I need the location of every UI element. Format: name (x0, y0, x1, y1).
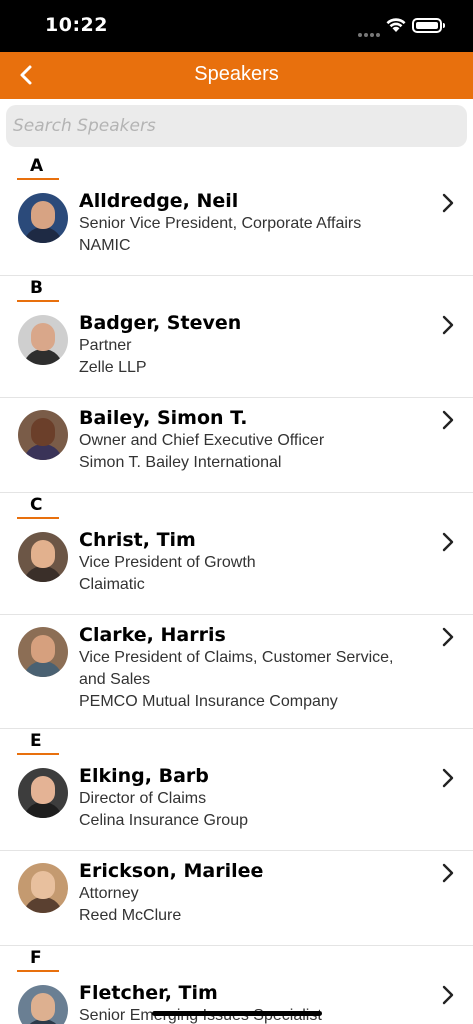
section-header: F (0, 946, 473, 973)
avatar (18, 863, 68, 913)
chevron-right-icon (442, 193, 454, 213)
avatar (18, 768, 68, 818)
speaker-info: Fletcher, TimSenior Emerging Issues Spec… (79, 981, 433, 1024)
speaker-name: Fletcher, Tim (79, 982, 218, 1004)
speaker-title: Director of Claims (79, 790, 207, 807)
speaker-name: Christ, Tim (79, 529, 196, 551)
section-underline (17, 753, 59, 755)
battery-icon (412, 18, 445, 33)
section-underline (17, 300, 59, 302)
chevron-right-icon (442, 985, 454, 1005)
avatar (18, 985, 68, 1024)
speaker-organization: PEMCO Mutual Insurance Company (79, 693, 338, 710)
chevron-right-icon (442, 315, 454, 335)
search-input[interactable] (6, 105, 467, 147)
speaker-list: A Alldredge, Neil Senior Vice President, C… (0, 154, 473, 1024)
speaker-name: Bailey, Simon T. (79, 407, 248, 429)
speaker-row[interactable]: Alldredge, Neil Senior Vice President, Co… (0, 181, 473, 276)
section-letter: B (30, 278, 43, 298)
speaker-row[interactable]: Bailey, Simon T. Owner and Chief Executiv… (0, 398, 473, 493)
speaker-title: and Sales (79, 671, 151, 688)
speaker-row[interactable]: Badger, Steven Partner Zelle LLP (0, 303, 473, 398)
speaker-row[interactable]: Erickson, Marilee Attorney Reed McClure (0, 851, 473, 946)
speaker-row[interactable]: Christ, Tim Vice President of Growth Claim… (0, 520, 473, 615)
speaker-name: Badger, Steven (79, 312, 242, 334)
speaker-name: Elking, Barb (79, 765, 209, 787)
avatar (18, 532, 68, 582)
speaker-title: Vice President of Growth (79, 554, 256, 571)
speaker-title: Owner and Chief Executive Officer (79, 432, 325, 449)
speaker-title: Attorney (79, 885, 139, 902)
avatar (18, 410, 68, 460)
status-time: 10:22 (45, 14, 108, 36)
speaker-info: Clarke, Harris Vice President of Claims, … (79, 623, 433, 713)
section-underline (17, 970, 59, 972)
speaker-info: Alldredge, Neil Senior Vice President, Co… (79, 189, 433, 257)
speaker-organization: Claimatic (79, 576, 145, 593)
speaker-info: Erickson, Marilee Attorney Reed McClure (79, 859, 433, 927)
chevron-right-icon (442, 410, 454, 430)
speaker-name: Erickson, Marilee (79, 860, 264, 882)
speaker-title: Vice President of Claims, Customer Servi… (79, 649, 394, 666)
speaker-name: Alldredge, Neil (79, 190, 239, 212)
speaker-organization: Simon T. Bailey International (79, 454, 282, 471)
status-bar: 10:22 (0, 0, 473, 52)
speaker-row[interactable]: Elking, Barb Director of Claims Celina Ins… (0, 756, 473, 851)
page-title: Speakers (194, 63, 279, 85)
avatar (18, 193, 68, 243)
section-letter: F (30, 948, 42, 968)
section-letter: E (30, 731, 42, 751)
wifi-icon (386, 18, 406, 32)
chevron-right-icon (442, 768, 454, 788)
section-header: B (0, 276, 473, 303)
section-header: A (0, 154, 473, 181)
speaker-organization: Celina Insurance Group (79, 812, 248, 829)
speaker-name: Clarke, Harris (79, 624, 226, 646)
nav-bar: Speakers (0, 52, 473, 99)
speaker-row[interactable]: Fletcher, TimSenior Emerging Issues Spec… (0, 973, 473, 1024)
home-indicator (152, 1011, 322, 1016)
section-header: C (0, 493, 473, 520)
section-underline (17, 517, 59, 519)
avatar (18, 627, 68, 677)
chevron-right-icon (442, 532, 454, 552)
chevron-right-icon (442, 627, 454, 647)
section-letter: A (30, 156, 44, 176)
chevron-right-icon (442, 863, 454, 883)
cellular-signal-icon (358, 22, 382, 41)
speaker-info: Bailey, Simon T. Owner and Chief Executiv… (79, 406, 433, 474)
speaker-info: Badger, Steven Partner Zelle LLP (79, 311, 433, 379)
speaker-organization: Reed McClure (79, 907, 182, 924)
section-letter: C (30, 495, 43, 515)
speaker-title: Senior Vice President, Corporate Affairs (79, 215, 362, 232)
speaker-organization: NAMIC (79, 237, 131, 254)
section-underline (17, 178, 59, 180)
speaker-row[interactable]: Clarke, Harris Vice President of Claims, … (0, 615, 473, 729)
section-header: E (0, 729, 473, 756)
speaker-info: Christ, Tim Vice President of Growth Claim… (79, 528, 433, 596)
speaker-organization: Zelle LLP (79, 359, 147, 376)
search-bar (0, 99, 473, 154)
speaker-title: Partner (79, 337, 132, 354)
avatar (18, 315, 68, 365)
speaker-info: Elking, Barb Director of Claims Celina Ins… (79, 764, 433, 832)
